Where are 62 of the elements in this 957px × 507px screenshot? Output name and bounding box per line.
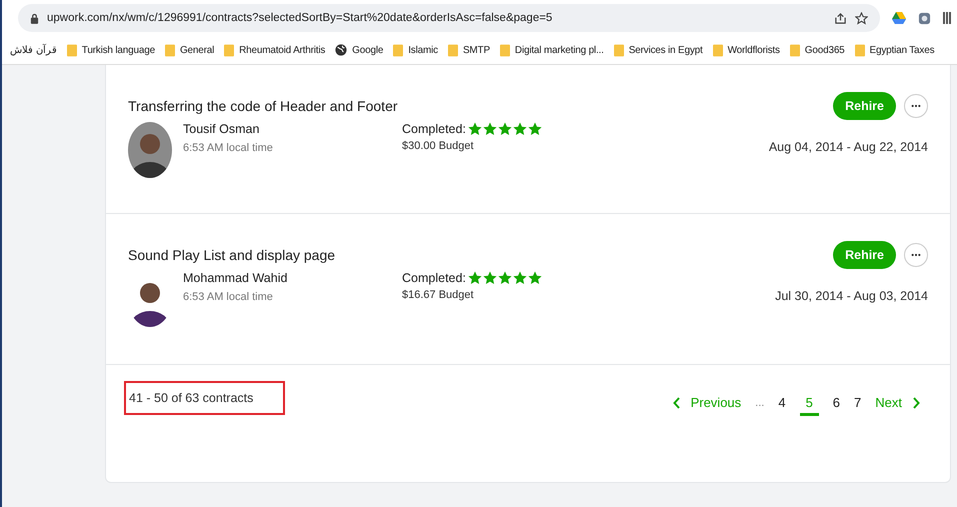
lock-icon — [30, 12, 39, 24]
freelancer-name[interactable]: Mohammad Wahid — [183, 271, 402, 285]
bookmark-item[interactable]: Good365 — [790, 44, 845, 56]
address-bar[interactable]: upwork.com/nx/wm/c/1296991/contracts?selectedSortBy=Start%20date&orderIsAsc=false&page=5 — [18, 4, 880, 32]
folder-icon — [393, 44, 404, 56]
chevron-left-icon — [672, 396, 681, 408]
rating-star-icon — [482, 122, 497, 136]
bookmark-item[interactable]: Egyptian Taxes — [854, 44, 934, 56]
rating-star-icon — [482, 271, 497, 285]
bookmark-item[interactable]: Worldflorists — [712, 44, 780, 56]
folder-icon — [854, 44, 865, 56]
folder-icon — [66, 44, 77, 56]
share-icon[interactable] — [834, 12, 847, 24]
ellipsis-text: ... — [755, 396, 764, 408]
page-link[interactable]: 7 — [854, 395, 862, 416]
contract-title[interactable]: Transferring the code of Header and Footer — [128, 98, 398, 114]
bookmark-item[interactable]: Services in Egypt — [614, 44, 703, 56]
rating-star-icon — [498, 122, 512, 136]
rating-star-icon — [498, 271, 512, 285]
url-text: upwork.com/nx/wm/c/1296991/contracts?selectedSortBy=Start%20date&orderIsAsc=false&page=5 — [47, 12, 552, 24]
budget-text: $30.00 Budget — [402, 140, 475, 152]
chevron-right-icon — [912, 396, 920, 408]
bookmark-item[interactable]: General — [164, 44, 214, 56]
budget-text: $16.67 Budget — [402, 289, 475, 301]
rating-star-icon — [512, 271, 527, 285]
folder-icon — [164, 44, 175, 56]
page-link[interactable]: 4 — [778, 395, 786, 416]
contract-dates: Jul 30, 2014 - Aug 03, 2014 — [775, 289, 928, 303]
page-link[interactable]: 6 — [832, 395, 840, 416]
apps-icon[interactable] — [943, 11, 951, 25]
folder-icon — [224, 44, 234, 56]
rating-star-icon — [512, 122, 527, 136]
rating-star-icon — [528, 122, 542, 136]
folder-icon — [500, 44, 510, 56]
rating-star-icon — [528, 271, 542, 285]
folder-icon — [790, 44, 800, 56]
contracts-count: 41 - 50 of 63 contracts — [124, 381, 286, 415]
globe-icon — [335, 44, 348, 56]
folder-icon — [614, 44, 624, 56]
star-icon[interactable] — [855, 12, 868, 24]
bookmark-item[interactable]: SMTP — [448, 44, 490, 56]
rating-star-icon — [468, 271, 482, 285]
extension-icon[interactable] — [918, 12, 931, 24]
local-time: 6:53 AM local time — [183, 142, 274, 154]
contract-dates: Aug 04, 2014 - Aug 22, 2014 — [768, 140, 928, 154]
folder-icon — [448, 44, 458, 56]
status-label: Completed: — [402, 271, 466, 285]
bookmark-item[interactable]: Google — [335, 44, 384, 56]
freelancer-name[interactable]: Tousif Osman — [183, 122, 402, 136]
local-time: 6:53 AM local time — [183, 291, 274, 303]
bookmark-item[interactable]: Rheumatoid Arthritis — [224, 44, 326, 56]
more-dots-icon — [911, 253, 921, 257]
status-label: Completed: — [402, 122, 466, 136]
bookmark-item[interactable]: Digital marketing pl... — [500, 44, 604, 56]
bookmark-item[interactable]: قرآن فلاش — [10, 44, 57, 56]
contract-title[interactable]: Sound Play List and display page — [128, 247, 336, 263]
triangle-icon[interactable] — [892, 12, 906, 24]
more-dots-icon — [911, 104, 921, 108]
bookmark-item[interactable]: Islamic — [393, 44, 438, 56]
bookmark-item[interactable]: Turkish language — [66, 44, 155, 56]
rating-star-icon — [468, 122, 482, 136]
folder-icon — [712, 44, 723, 56]
